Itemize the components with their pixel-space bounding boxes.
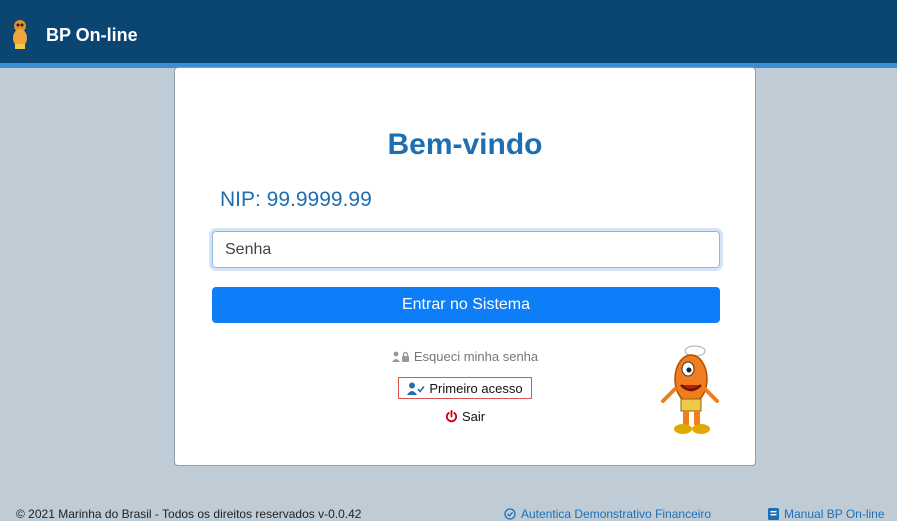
first-access-label: Primeiro acesso (429, 380, 523, 396)
users-lock-icon (391, 351, 409, 362)
app-title: BP On-line (46, 25, 138, 45)
copyright-text: © 2021 Marinha do Brasil - Todos os dire… (16, 507, 362, 521)
password-input[interactable] (212, 231, 720, 268)
check-circle-icon (504, 508, 516, 520)
nip-label: NIP: 99.9999.99 (220, 188, 372, 211)
exit-label: Sair (461, 409, 486, 424)
first-access-link[interactable]: Primeiro acesso (398, 377, 532, 399)
book-icon (768, 508, 779, 520)
authenticate-label: Autentica Demonstrativo Financeiro (521, 507, 712, 521)
welcome-title: Bem-vindo (387, 128, 543, 161)
manual-link[interactable]: Manual BP On-line (768, 507, 885, 521)
login-button[interactable]: Entrar no Sistema (212, 287, 720, 323)
user-check-icon (407, 382, 426, 395)
forgot-password-label: Esqueci minha senha (413, 349, 539, 364)
mascot-illustration (661, 345, 719, 434)
authenticate-statement-link[interactable]: Autentica Demonstrativo Financeiro (504, 507, 711, 521)
footer: © 2021 Marinha do Brasil - Todos os dire… (0, 505, 897, 521)
manual-label: Manual BP On-line (784, 507, 885, 521)
mascot-logo-icon (13, 20, 27, 49)
top-bar: BP On-line (0, 0, 897, 63)
login-card: Bem-vindo NIP: 99.9999.99 Entrar no Sist… (174, 67, 756, 466)
power-icon (445, 410, 457, 423)
